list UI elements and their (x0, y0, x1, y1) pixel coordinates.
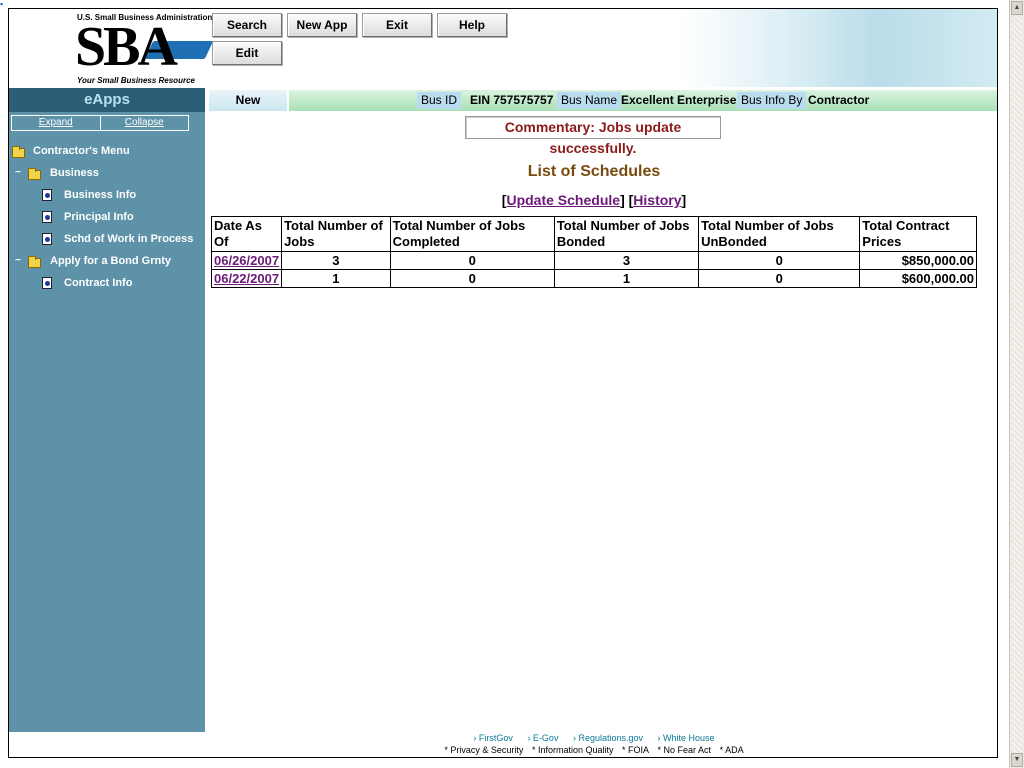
table-cell: 3 (281, 251, 391, 270)
schedule-date-link[interactable]: 06/22/2007 (214, 271, 279, 286)
vertical-scrollbar[interactable]: ▲ ▼ (1009, 0, 1024, 768)
edit-button[interactable]: Edit (212, 41, 282, 65)
footer-link-info-quality[interactable]: * Information Quality (532, 745, 614, 755)
footer-link-firstgov[interactable]: › FirstGov (473, 733, 513, 743)
footer: › FirstGov › E-Gov › Regulations.gov › W… (209, 733, 979, 755)
header: U.S. Small Business Administration SBA Y… (9, 9, 997, 87)
footer-link-foia[interactable]: * FOIA (622, 745, 649, 755)
scroll-down-arrow-icon[interactable]: ▼ (1011, 753, 1023, 767)
column-header: Total Number of Jobs Completed (389, 216, 555, 252)
search-button[interactable]: Search (212, 13, 282, 37)
bus-info-by-value: Contractor (808, 93, 870, 107)
table-cell-date: 06/26/2007 (210, 251, 283, 270)
table-cell: 1 (281, 269, 391, 288)
schedule-date-link[interactable]: 06/26/2007 (214, 253, 279, 268)
sidebar: eApps Expand Collapse Contractor's Menu … (9, 88, 205, 732)
logo-tagline-bottom: Your Small Business Resource (77, 76, 195, 85)
column-header: Total Contract Prices (859, 216, 977, 252)
new-app-button[interactable]: New App (287, 13, 357, 37)
sidebar-item-contract-info[interactable]: Contract Info (64, 277, 132, 289)
footer-link-whitehouse[interactable]: › White House (658, 733, 715, 743)
table-row: 06/22/2007 1 0 1 0 $600,000.00 (210, 269, 977, 288)
table-cell: 0 (698, 269, 861, 288)
collapse-minus-icon[interactable]: − (15, 255, 21, 266)
scroll-up-arrow-icon[interactable]: ▲ (1011, 1, 1023, 15)
column-header: Total Number of Jobs (281, 216, 391, 252)
bus-name-value: Excellent Enterprise (621, 93, 737, 107)
folder-icon (28, 168, 41, 180)
footer-link-privacy[interactable]: * Privacy & Security (444, 745, 523, 755)
bus-info-by-label: Bus Info By (737, 92, 807, 109)
document-icon (42, 277, 52, 289)
table-cell: 3 (553, 251, 700, 270)
exit-button[interactable]: Exit (362, 13, 432, 37)
table-cell: 0 (698, 251, 861, 270)
expand-collapse-bar: Expand Collapse (11, 115, 189, 131)
help-button[interactable]: Help (437, 13, 507, 37)
update-schedule-link[interactable]: Update Schedule (506, 192, 620, 208)
sidebar-item-business[interactable]: Business (50, 167, 99, 179)
document-icon (42, 211, 52, 223)
table-row: 06/26/2007 3 0 3 0 $850,000.00 (210, 251, 977, 270)
table-cell: 0 (389, 251, 555, 270)
table-cell: 0 (389, 269, 555, 288)
column-header: Date As Of (210, 216, 283, 252)
footer-link-egov[interactable]: › E-Gov (527, 733, 558, 743)
folder-icon (28, 256, 41, 268)
sidebar-item-apply-bond[interactable]: Apply for a Bond Grnty (50, 255, 171, 267)
commentary-message: Commentary: Jobs update successfully. (465, 116, 721, 156)
expand-link[interactable]: Expand (12, 116, 101, 130)
collapse-link[interactable]: Collapse (101, 116, 189, 130)
sidebar-item-principal-info[interactable]: Principal Info (64, 211, 134, 223)
document-icon (42, 189, 52, 201)
column-header: Total Number of Jobs Bonded (553, 216, 700, 252)
table-cell-date: 06/22/2007 (210, 269, 283, 288)
table-cell: 1 (553, 269, 700, 288)
folder-icon (12, 146, 25, 158)
sidebar-item-contractors-menu[interactable]: Contractor's Menu (33, 145, 130, 157)
bus-name-label: Bus Name (557, 92, 622, 109)
sidebar-title: eApps (9, 88, 205, 112)
table-cell: $600,000.00 (859, 269, 977, 288)
status-cell: New (209, 90, 287, 111)
history-link[interactable]: History (633, 192, 681, 208)
sidebar-item-business-info[interactable]: Business Info (64, 189, 136, 201)
sba-logo[interactable]: U.S. Small Business Administration SBA Y… (75, 11, 214, 85)
collapse-minus-icon[interactable]: − (15, 167, 21, 178)
document-icon (42, 233, 52, 245)
table-cell: $850,000.00 (859, 251, 977, 270)
page-title: List of Schedules (527, 163, 661, 180)
page-frame: U.S. Small Business Administration SBA Y… (8, 8, 998, 758)
schedules-table: Date As Of Total Number of Jobs Total Nu… (210, 216, 977, 288)
bus-id-label: Bus ID (417, 92, 462, 109)
schedule-links: [Update Schedule] [History] (501, 192, 687, 208)
footer-link-ada[interactable]: * ADA (720, 745, 744, 755)
footer-link-regulations[interactable]: › Regulations.gov (573, 733, 643, 743)
logo-wordmark: SBA (75, 16, 178, 78)
scrollbar-track[interactable] (1012, 16, 1022, 752)
table-header-row: Date As Of Total Number of Jobs Total Nu… (210, 216, 977, 252)
column-header: Total Number of Jobs UnBonded (698, 216, 861, 252)
bus-id-value: EIN 757575757 (470, 93, 554, 107)
footer-link-no-fear-act[interactable]: * No Fear Act (658, 745, 712, 755)
business-info-bar: Bus ID EIN 757575757 Bus Name Excellent … (289, 90, 997, 111)
sidebar-item-schd-of-work[interactable]: Schd of Work in Process (64, 233, 193, 245)
